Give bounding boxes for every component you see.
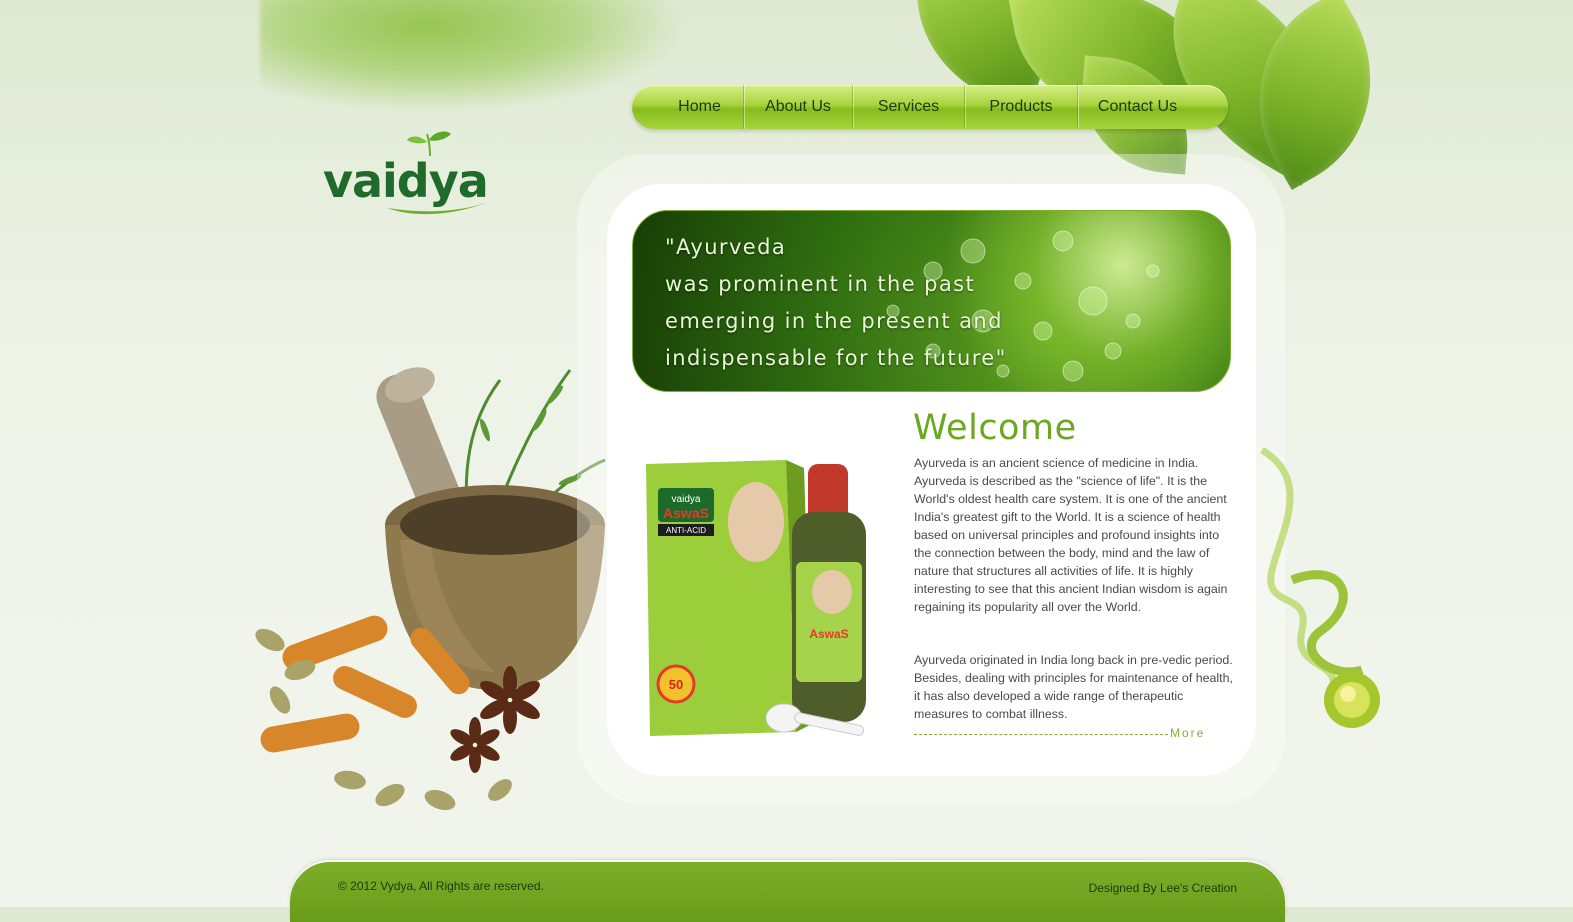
nav-item-services[interactable]: Services xyxy=(853,85,965,129)
footer: © 2012 Vydya, All Rights are reserved. D… xyxy=(290,862,1285,922)
hero-banner: "Ayurveda was prominent in the past emer… xyxy=(632,210,1231,392)
more-row: More xyxy=(914,726,1214,742)
product-brand-label: vaidya xyxy=(672,494,701,505)
nav-item-home[interactable]: Home xyxy=(632,85,744,129)
welcome-paragraph-2: Ayurveda originated in India long back i… xyxy=(914,653,1233,721)
nav-item-products[interactable]: Products xyxy=(965,85,1078,129)
more-link[interactable]: More xyxy=(1170,726,1205,740)
more-divider xyxy=(914,734,1168,735)
logo-swoosh xyxy=(387,200,493,215)
welcome-paragraph-1: Ayurveda is an ancient science of medici… xyxy=(914,456,1228,614)
footer-copyright: © 2012 Vydya, All Rights are reserved. xyxy=(338,879,544,893)
nav-item-about-us[interactable]: About Us xyxy=(744,85,853,129)
product-subtitle-box: ANTI-ACID xyxy=(666,526,706,535)
nav-item-contact-us[interactable]: Contact Us xyxy=(1078,85,1197,129)
herbs-mortar-illustration xyxy=(255,367,606,811)
main-nav: Home About Us Services Products Contact … xyxy=(632,85,1228,129)
welcome-heading: Welcome xyxy=(913,408,1077,448)
site-logo[interactable]: vaidya xyxy=(323,128,493,218)
banner-quote: "Ayurveda was prominent in the past emer… xyxy=(665,235,1007,370)
product-badge: 50 xyxy=(669,677,683,692)
product-image[interactable]: vaidya AswaS ANTI-ACID 50 AswaS xyxy=(636,452,892,742)
tendril-decoration xyxy=(1260,447,1380,728)
product-name-box: AswaS xyxy=(663,505,709,521)
leaf-splash-decoration xyxy=(260,0,680,110)
footer-credit[interactable]: Designed By Lee's Creation xyxy=(1089,881,1237,895)
product-name-bottle: AswaS xyxy=(809,627,848,641)
